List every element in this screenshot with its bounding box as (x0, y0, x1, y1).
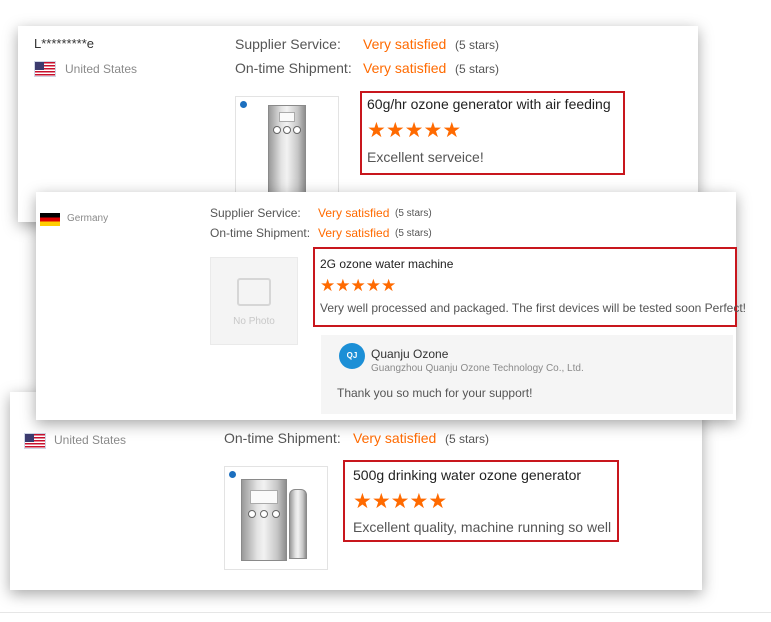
supplier-name[interactable]: Quanju Ozone (371, 347, 448, 361)
shipment-label: On-time Shipment: (210, 226, 311, 240)
star-icon: ★ (423, 119, 443, 142)
review-card-3: United States On-time Shipment: Very sat… (10, 392, 702, 590)
supplier-service-value: Very satisfied (318, 206, 390, 220)
shipment-stars: (5 stars) (445, 432, 490, 446)
rating-stars: ★ ★ ★ ★ ★ (353, 491, 447, 512)
supplier-logo-icon: QJ (339, 343, 365, 369)
reviewer-name: L*********e (34, 36, 94, 51)
supplier-company: Guangzhou Quanju Ozone Technology Co., L… (371, 363, 584, 374)
star-icon: ★ (350, 276, 366, 295)
image-placeholder-icon (237, 278, 271, 306)
shipment-stars: (5 stars) (455, 62, 500, 76)
review-comment: Very well processed and packaged. The fi… (320, 301, 747, 315)
no-photo-label: No Photo (233, 316, 275, 327)
shipment-value: Very satisfied (353, 430, 437, 446)
review-highlight-box: 60g/hr ozone generator with air feeding … (360, 91, 625, 175)
supplier-service-label: Supplier Service: (210, 206, 301, 220)
star-icon: ★ (385, 119, 405, 142)
star-icon: ★ (365, 276, 381, 295)
star-icon: ★ (442, 119, 462, 142)
star-icon: ★ (335, 276, 351, 295)
product-thumbnail[interactable] (224, 466, 328, 570)
shipment-stars: (5 stars) (395, 228, 432, 239)
us-flag-icon (34, 61, 56, 77)
reviewer-country: United States (65, 62, 138, 76)
divider (0, 612, 771, 613)
review-card-2: Germany Supplier Service: Very satisfied… (36, 192, 746, 420)
review-comment: Excellent serveice! (367, 149, 484, 165)
tank-image (289, 489, 307, 559)
no-photo-placeholder: No Photo (210, 257, 298, 345)
star-icon: ★ (390, 490, 410, 513)
product-title[interactable]: 2G ozone water machine (320, 257, 453, 271)
ozone-generator-image (268, 105, 306, 193)
rating-stars: ★ ★ ★ ★ ★ (367, 120, 461, 141)
reviewer-country: United States (54, 433, 127, 447)
review-comment: Excellent quality, machine running so we… (353, 519, 612, 535)
rating-stars: ★ ★ ★ ★ ★ (320, 277, 396, 294)
product-title[interactable]: 60g/hr ozone generator with air feeding (367, 96, 611, 112)
reply-message: Thank you so much for your support! (337, 386, 533, 400)
product-title[interactable]: 500g drinking water ozone generator (353, 467, 581, 483)
brand-logo-icon (229, 471, 236, 478)
review-highlight-box: 500g drinking water ozone generator ★ ★ ★ ★… (343, 460, 619, 542)
star-icon: ★ (381, 276, 397, 295)
supplier-service-value: Very satisfied (363, 36, 447, 52)
star-icon: ★ (371, 490, 391, 513)
reviewer-country: Germany (67, 213, 109, 224)
shipment-label: On-time Shipment: (224, 430, 341, 446)
star-icon: ★ (409, 490, 429, 513)
review-highlight-box: 2G ozone water machine ★ ★ ★ ★ ★ Very well p… (313, 247, 746, 327)
shipment-value: Very satisfied (318, 226, 390, 240)
supplier-reply: QJ Quanju Ozone Guangzhou Quanju Ozone T… (321, 335, 733, 414)
shipment-value: Very satisfied (363, 60, 447, 76)
brand-logo-icon (240, 101, 247, 108)
star-icon: ★ (367, 119, 386, 142)
ozone-generator-image (241, 479, 287, 561)
supplier-service-stars: (5 stars) (455, 38, 500, 52)
supplier-service-label: Supplier Service: (235, 36, 341, 52)
us-flag-icon (24, 433, 46, 449)
supplier-service-stars: (5 stars) (395, 208, 432, 219)
star-icon: ★ (428, 490, 448, 513)
star-icon: ★ (320, 276, 336, 295)
germany-flag-icon (40, 213, 60, 226)
star-icon: ★ (404, 119, 424, 142)
star-icon: ★ (353, 490, 372, 513)
shipment-label: On-time Shipment: (235, 60, 352, 76)
